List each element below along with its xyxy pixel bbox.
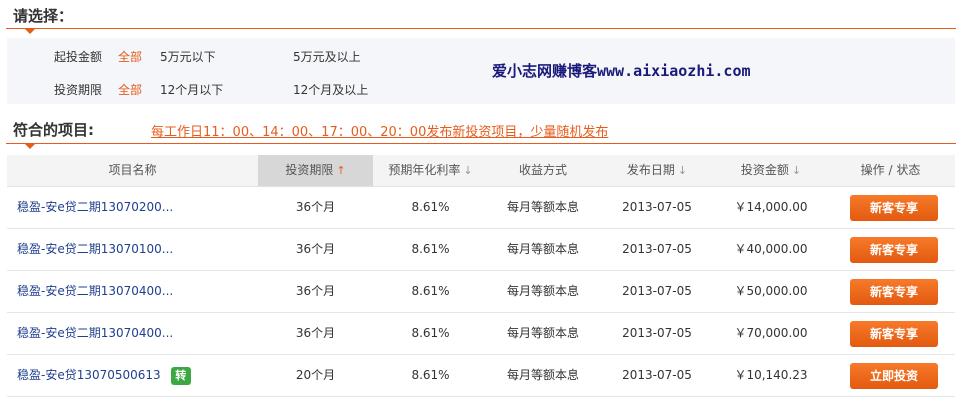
- term-cell: 20个月: [295, 368, 336, 382]
- table-header: 项目名称 投资期限 ↑ 预期年化利率 ↓ 收益方式 发布日期 ↓ 投资金额 ↓ 操作 /…: [7, 155, 955, 187]
- header-date-sort[interactable]: 发布日期 ↓: [598, 155, 716, 186]
- new-customer-button[interactable]: 新客专享: [850, 321, 938, 347]
- invest-now-button[interactable]: 立即投资: [850, 363, 938, 389]
- amount-cell: ￥10,140.23: [734, 368, 808, 382]
- filter-option-under-12m[interactable]: 12个月以下: [160, 81, 223, 98]
- sort-down-icon: ↓: [677, 164, 688, 177]
- filter-option-over-50k[interactable]: 5万元及以上: [293, 48, 361, 65]
- filter-label: 起投金额: [54, 50, 103, 64]
- method-cell: 每月等额本息: [506, 284, 579, 298]
- transfer-badge-icon[interactable]: 转: [170, 366, 191, 385]
- header-action-label: 操作 / 状态: [860, 163, 921, 177]
- filter-option-all[interactable]: 全部: [118, 48, 142, 65]
- projects-title: 符合的项目:: [13, 121, 94, 139]
- header-rate-sort[interactable]: 预期年化利率 ↓: [373, 155, 488, 186]
- filter-panel: 起投金额 全部 5万元以下 5万元及以上 投资期限 全部 12个月以下 12个月…: [7, 38, 955, 104]
- method-cell: 每月等额本息: [506, 368, 579, 382]
- filter-label: 投资期限: [54, 83, 103, 97]
- header-rate-label: 预期年化利率: [388, 163, 461, 177]
- rate-cell: 8.61%: [411, 242, 450, 256]
- selection-header: 请选择：: [6, 0, 956, 34]
- new-customer-button[interactable]: 新客专享: [850, 237, 938, 263]
- method-cell: 每月等额本息: [506, 200, 579, 214]
- amount-cell: ￥70,000.00: [734, 326, 808, 340]
- table-row: 稳盈-安e贷二期13070100... 36个月 8.61% 每月等额本息 20…: [7, 229, 955, 271]
- rate-cell: 8.61%: [411, 200, 450, 214]
- header-method-label: 收益方式: [518, 163, 567, 177]
- table-row: 稳盈-安e贷二期13070400... 36个月 8.61% 每月等额本息 20…: [7, 271, 955, 313]
- new-customer-button[interactable]: 新客专享: [850, 279, 938, 305]
- new-customer-button[interactable]: 新客专享: [850, 195, 938, 221]
- project-name-link[interactable]: 稳盈-安e贷二期13070400...: [17, 313, 257, 354]
- rate-cell: 8.61%: [411, 368, 450, 382]
- schedule-notice-link[interactable]: 每工作日11：00、14：00、17：00、20：00发布新投资项目，少量随机发…: [151, 121, 608, 140]
- date-cell: 2013-07-05: [622, 200, 692, 214]
- term-cell: 36个月: [295, 242, 336, 256]
- rate-cell: 8.61%: [411, 284, 450, 298]
- selection-title: 请选择：: [13, 7, 74, 25]
- filter-row-amount: 起投金额 全部 5万元以下 5万元及以上: [7, 38, 955, 71]
- project-table: 项目名称 投资期限 ↑ 预期年化利率 ↓ 收益方式 发布日期 ↓ 投资金额 ↓ 操作 /…: [7, 155, 955, 400]
- header-date-label: 发布日期: [626, 163, 675, 177]
- header-pointer: [25, 144, 35, 149]
- header-term-sort[interactable]: 投资期限 ↑: [258, 155, 373, 186]
- method-cell: 每月等额本息: [506, 242, 579, 256]
- watermark-text: 爱小志网赚博客www.aixiaozhi.com: [492, 62, 751, 80]
- term-cell: 36个月: [295, 326, 336, 340]
- date-cell: 2013-07-05: [622, 368, 692, 382]
- date-cell: 2013-07-05: [622, 326, 692, 340]
- filter-option-under-50k[interactable]: 5万元以下: [160, 48, 216, 65]
- rate-cell: 8.61%: [411, 326, 450, 340]
- sort-down-icon: ↓: [463, 164, 473, 177]
- header-term-label: 投资期限: [285, 163, 334, 177]
- header-action: 操作 / 状态: [826, 155, 955, 186]
- header-amount-sort[interactable]: 投资金额 ↓: [716, 155, 826, 186]
- project-name-link[interactable]: 稳盈-安e贷二期13070100...: [17, 229, 257, 270]
- project-name-link[interactable]: 稳盈-安e贷二期13070400...: [17, 271, 257, 312]
- amount-cell: ￥50,000.00: [734, 284, 808, 298]
- header-name-label: 项目名称: [108, 163, 157, 177]
- table-row: 稳盈-安e贷二期13070400... 36个月 8.61% 每月等额本息 20…: [7, 313, 955, 355]
- sort-up-icon: ↑: [336, 164, 346, 177]
- table-row: 稳盈-安e贷13070500613 转 20个月 8.61% 每月等额本息 201…: [7, 355, 955, 397]
- header-amount-label: 投资金额: [740, 163, 789, 177]
- term-cell: 36个月: [295, 200, 336, 214]
- project-name-cell: 稳盈-安e贷13070500613 转: [17, 355, 257, 396]
- projects-header: 符合的项目: 每工作日11：00、14：00、17：00、20：00发布新投资项…: [6, 116, 956, 149]
- filter-option-all[interactable]: 全部: [118, 81, 142, 98]
- filter-row-term: 投资期限 全部 12个月以下 12个月及以上: [7, 71, 955, 104]
- amount-cell: ￥14,000.00: [734, 200, 808, 214]
- header-name: 项目名称: [7, 155, 258, 186]
- header-pointer: [25, 29, 35, 34]
- date-cell: 2013-07-05: [622, 242, 692, 256]
- amount-cell: ￥40,000.00: [734, 242, 808, 256]
- method-cell: 每月等额本息: [506, 326, 579, 340]
- header-method: 收益方式: [488, 155, 598, 186]
- sort-down-icon: ↓: [791, 164, 802, 177]
- project-name-link[interactable]: 稳盈-安e贷二期13070200...: [17, 187, 257, 228]
- filter-option-over-12m[interactable]: 12个月及以上: [293, 81, 368, 98]
- date-cell: 2013-07-05: [622, 284, 692, 298]
- term-cell: 36个月: [295, 284, 336, 298]
- project-name-link[interactable]: 稳盈-安e贷13070500613: [17, 368, 161, 382]
- table-row: 稳盈-安e贷二期13070200... 36个月 8.61% 每月等额本息 20…: [7, 187, 955, 229]
